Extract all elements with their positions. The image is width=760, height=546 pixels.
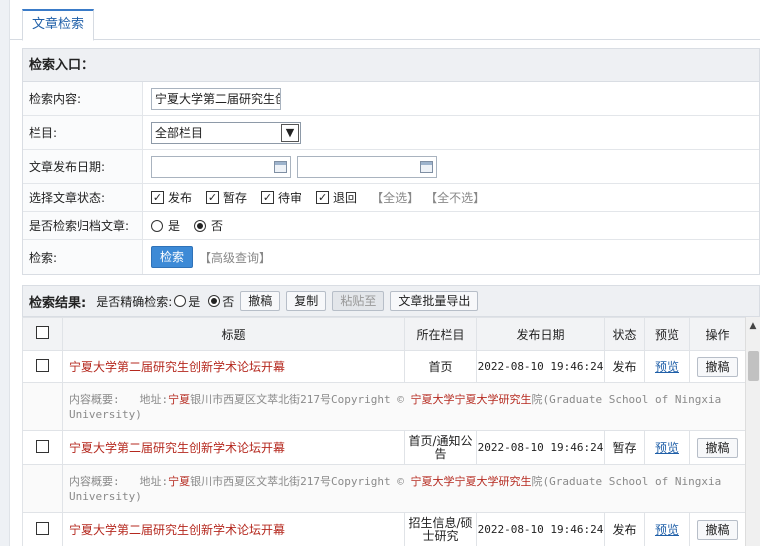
checkbox-checked-icon[interactable]: ✓: [151, 191, 164, 204]
results-title: 检索结果:: [29, 295, 87, 311]
date-start-input[interactable]: [151, 155, 291, 178]
withdraw-button[interactable]: 撤稿: [240, 291, 281, 311]
status-checkbox-pending[interactable]: ✓ 待审: [261, 189, 302, 206]
tab-bar: 文章检索: [10, 0, 760, 41]
row-summary: 内容概要: 地址:宁夏银川市西夏区文萃北街217号Copyright © 宁夏大…: [62, 382, 746, 431]
search-panel-header: 检索入口：: [23, 49, 759, 82]
select-all-link[interactable]: 【全选】: [371, 189, 419, 206]
select-none-link[interactable]: 【全不选】: [425, 189, 485, 206]
calendar-icon[interactable]: [274, 160, 287, 173]
publish-date-label: 文章发布日期:: [23, 150, 143, 183]
table-row: 宁夏大学第二届研究生创新学术论坛开幕 招生信息/硕士研究 2022-08-10 …: [22, 512, 746, 546]
header-action: 操作: [689, 317, 746, 351]
status-checkbox-returned[interactable]: ✓ 退回: [316, 189, 357, 206]
row-status: 选择文章状态: ✓ 发布 ✓ 暂存 ✓ 待审 ✓ 退回 【全选】 【全不选】: [23, 184, 759, 212]
row-status: 发布: [604, 512, 645, 546]
advanced-search-link[interactable]: 【高级查询】: [199, 249, 271, 266]
header-title: 标题: [62, 317, 405, 351]
row-archive: 是否检索归档文章: 是 否: [23, 212, 759, 240]
search-content-input[interactable]: 宁夏大学第二届研究生创: [151, 87, 281, 110]
batch-export-button[interactable]: 文章批量导出: [390, 291, 479, 311]
archive-radio-no[interactable]: 否: [194, 217, 223, 234]
date-end-input[interactable]: [297, 155, 437, 178]
column-label: 栏目:: [23, 116, 143, 149]
search-action-label: 检索:: [23, 240, 143, 274]
row-withdraw-button[interactable]: 撤稿: [697, 519, 738, 540]
search-button[interactable]: 检索: [151, 246, 194, 268]
tab-article-search[interactable]: 文章检索: [22, 9, 95, 41]
row-title[interactable]: 宁夏大学第二届研究生创新学术论坛开幕: [62, 350, 405, 383]
table-row: 宁夏大学第二届研究生创新学术论坛开幕 首页 2022-08-10 19:46:2…: [22, 350, 746, 383]
row-withdraw-button[interactable]: 撤稿: [697, 437, 738, 458]
row-column: 招生信息/硕士研究: [404, 512, 477, 546]
row-preview-link[interactable]: 预览: [655, 523, 679, 537]
archive-radio-yes[interactable]: 是: [151, 217, 180, 234]
scroll-up-icon[interactable]: ▲: [746, 317, 760, 334]
row-status: 暂存: [604, 430, 645, 465]
header-checkbox-cell: [22, 317, 63, 351]
table-header-row: 标题 所在栏目 发布日期 状态 预览 操作: [22, 317, 746, 351]
row-status: 发布: [604, 350, 645, 383]
checkbox-checked-icon[interactable]: ✓: [316, 191, 330, 204]
table-row: 宁夏大学第二届研究生创新学术论坛开幕 首页/通知公告 2022-08-10 19…: [22, 430, 746, 465]
exact-no-label: 否: [222, 294, 235, 309]
archive-label: 是否检索归档文章:: [23, 212, 143, 239]
exact-search-label: 是否精确检索:: [96, 294, 173, 309]
column-select[interactable]: 全部栏目 ▼: [151, 121, 301, 144]
row-summary: 内容概要: 地址:宁夏银川市西夏区文萃北街217号Copyright © 宁夏大…: [62, 464, 746, 513]
row-preview-link[interactable]: 预览: [655, 360, 679, 374]
exact-radio-yes[interactable]: [174, 295, 187, 307]
row-title[interactable]: 宁夏大学第二届研究生创新学术论坛开幕: [62, 512, 405, 546]
results-table: 标题 所在栏目 发布日期 状态 预览 操作 宁夏大学第二届研究生创新学术论坛开幕…: [22, 317, 746, 546]
header-preview: 预览: [644, 317, 690, 351]
paste-button[interactable]: 粘贴至: [332, 291, 385, 311]
search-panel: 检索入口： 检索内容: 宁夏大学第二届研究生创 栏目: 全部栏目 ▼ 文章发布日…: [22, 48, 760, 275]
column-select-value: 全部栏目: [155, 126, 204, 140]
row-search-action: 检索: 检索 【高级查询】: [23, 240, 759, 274]
row-date: 2022-08-10 19:46:24: [476, 350, 605, 383]
row-preview-link[interactable]: 预览: [655, 441, 679, 455]
search-content-label: 检索内容:: [23, 82, 143, 115]
header-status: 状态: [604, 317, 645, 351]
row-publish-date: 文章发布日期:: [23, 150, 759, 184]
row-checkbox[interactable]: [36, 439, 49, 453]
row-date: 2022-08-10 19:46:24: [476, 512, 605, 546]
status-checkbox-publish[interactable]: ✓ 发布: [151, 189, 192, 206]
row-withdraw-button[interactable]: 撤稿: [697, 356, 738, 377]
row-checkbox[interactable]: [36, 521, 49, 535]
row-title[interactable]: 宁夏大学第二届研究生创新学术论坛开幕: [62, 430, 405, 465]
radio-icon[interactable]: [151, 219, 163, 232]
copy-button[interactable]: 复制: [286, 291, 327, 311]
checkbox-checked-icon[interactable]: ✓: [206, 191, 220, 204]
left-frame-strip: [0, 0, 10, 546]
exact-radio-no[interactable]: [208, 295, 221, 307]
row-column: 首页: [404, 350, 477, 383]
summary-row: 内容概要: 地址:宁夏银川市西夏区文萃北街217号Copyright © 宁夏大…: [22, 382, 746, 431]
radio-selected-icon[interactable]: [194, 219, 207, 232]
vertical-scrollbar[interactable]: ▲: [745, 317, 760, 546]
header-date: 发布日期: [476, 317, 605, 351]
status-label: 选择文章状态:: [23, 184, 143, 211]
row-checkbox[interactable]: [36, 358, 49, 372]
row-search-content: 检索内容: 宁夏大学第二届研究生创: [23, 82, 759, 116]
row-column: 首页/通知公告: [404, 430, 477, 465]
row-column: 栏目: 全部栏目 ▼: [23, 116, 759, 150]
calendar-icon[interactable]: [420, 160, 433, 173]
chevron-down-icon[interactable]: ▼: [281, 123, 299, 142]
status-checkbox-draft[interactable]: ✓ 暂存: [206, 189, 247, 206]
select-all-checkbox[interactable]: [36, 326, 49, 339]
results-toolbar: 检索结果: 是否精确检索: 是 否 撤稿 复制 粘贴至 文章批量导出: [22, 285, 760, 317]
row-date: 2022-08-10 19:46:24: [476, 430, 605, 465]
checkbox-checked-icon[interactable]: ✓: [261, 191, 275, 204]
header-column: 所在栏目: [404, 317, 477, 351]
summary-row: 内容概要: 地址:宁夏银川市西夏区文萃北街217号Copyright © 宁夏大…: [22, 464, 746, 513]
scrollbar-thumb[interactable]: [748, 351, 759, 381]
exact-yes-label: 是: [188, 294, 201, 309]
